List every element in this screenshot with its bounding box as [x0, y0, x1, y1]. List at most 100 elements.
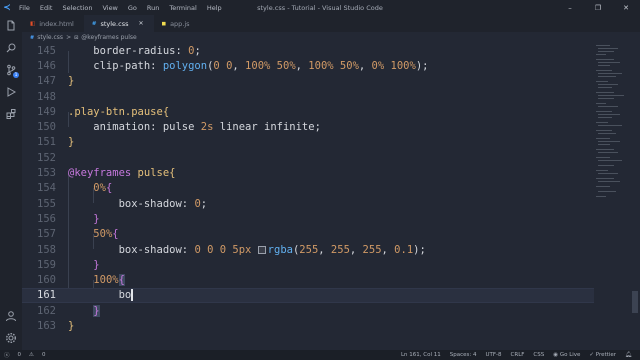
tab-app-js[interactable]: ◼ app.js [154, 15, 200, 32]
code-line: 147 } [22, 74, 594, 89]
line-number: 163 [37, 320, 56, 333]
close-tab-icon[interactable]: ✕ [138, 20, 143, 27]
tab-label: index.html [39, 19, 74, 28]
extensions-icon[interactable] [0, 103, 22, 125]
menu-go[interactable]: Go [123, 4, 142, 12]
code-text: } [93, 304, 100, 317]
code-text: box-shadow: 0; [68, 197, 208, 210]
warnings-icon[interactable]: ⚠ [29, 352, 34, 358]
code-text: border-radius: 0; [68, 44, 201, 57]
line-number: 147 [37, 75, 56, 88]
title-bar: ≺ File Edit Selection View Go Run Termin… [0, 0, 640, 15]
code-text: } [68, 136, 75, 149]
code-line: 159 } [22, 257, 594, 272]
line-number: 157 [37, 228, 56, 241]
line-number: 160 [37, 274, 56, 287]
breadcrumb-separator: > [66, 34, 72, 41]
prettier-status[interactable]: ✓ Prettier [589, 352, 616, 358]
menu-view[interactable]: View [97, 4, 122, 12]
menu-edit[interactable]: Edit [35, 4, 58, 12]
vertical-scrollbar[interactable] [630, 43, 640, 350]
files-icon[interactable] [0, 15, 22, 37]
menu-file[interactable]: File [14, 4, 35, 12]
code-text: 100%{ [93, 274, 125, 287]
source-control-icon[interactable]: 1 [0, 59, 22, 81]
minimize-button[interactable]: – [556, 0, 584, 15]
line-number: 153 [37, 167, 56, 180]
tab-label: app.js [170, 19, 190, 28]
search-icon[interactable] [0, 37, 22, 59]
close-button[interactable]: ✕ [612, 0, 640, 15]
code-line: 153 @keyframes pulse{ [22, 165, 594, 180]
code-text: @keyframes pulse{ [68, 167, 176, 180]
breadcrumb-file[interactable]: style.css [37, 34, 63, 41]
run-debug-icon[interactable] [0, 81, 22, 103]
menu-terminal[interactable]: Terminal [164, 4, 201, 12]
code-line: 150 animation: pulse 2s linear infinite; [22, 120, 594, 135]
account-icon[interactable] [0, 305, 22, 327]
code-line: 152 [22, 150, 594, 165]
errors-count[interactable]: 0 [18, 352, 22, 358]
warnings-count[interactable]: 0 [42, 352, 46, 358]
go-live-label: Go Live [559, 352, 581, 358]
menu-run[interactable]: Run [142, 4, 164, 12]
code-text: } [93, 258, 100, 271]
code-line: 162 } [22, 303, 594, 318]
line-number: 159 [37, 258, 56, 271]
restore-button[interactable]: ❐ [584, 0, 612, 15]
tab-label: style.css [100, 19, 129, 28]
notifications-bell-icon[interactable]: 🔔︎ [625, 352, 632, 358]
text-cursor [131, 289, 133, 302]
line-number: 162 [37, 304, 56, 317]
language-mode[interactable]: CSS [533, 352, 544, 358]
breadcrumb: # style.css > ⊡ @keyframes pulse [22, 32, 622, 43]
code-line: 146 clip-path: polygon(0 0, 100% 50%, 10… [22, 58, 594, 73]
current-code-line: 161 bo [22, 287, 594, 304]
tab-style-css[interactable]: # style.css ✕ [83, 15, 154, 32]
line-number: 155 [37, 197, 56, 210]
code-text: } [93, 212, 100, 225]
code-text: 50%{ [93, 228, 119, 241]
minimap[interactable] [594, 43, 628, 203]
code-line: 156 } [22, 211, 594, 226]
eol-setting[interactable]: CRLF [511, 352, 525, 358]
breadcrumb-symbol[interactable]: @keyframes pulse [81, 34, 136, 41]
indentation-setting[interactable]: Spaces: 4 [450, 352, 477, 358]
code-text: bo [68, 289, 133, 302]
line-number: 145 [37, 44, 56, 57]
menu-help[interactable]: Help [202, 4, 227, 12]
code-text: .play-btn.pause{ [68, 105, 170, 118]
line-number: 149 [37, 105, 56, 118]
scm-badge: 1 [13, 72, 19, 78]
settings-gear-icon[interactable] [0, 327, 22, 349]
code-line: 151 } [22, 135, 594, 150]
cursor-position[interactable]: Ln 161, Col 11 [401, 352, 441, 358]
menu-selection[interactable]: Selection [57, 4, 97, 12]
code-line: 145 border-radius: 0; [22, 43, 594, 58]
js-file-icon: ◼ [161, 20, 167, 27]
code-editor[interactable]: 145 border-radius: 0; 146 clip-path: pol… [22, 43, 594, 350]
code-line: 158 box-shadow: 0 0 0 5px rgba(255, 255,… [22, 242, 594, 257]
scrollbar-thumb[interactable] [632, 291, 638, 313]
code-text: animation: pulse 2s linear infinite; [68, 121, 321, 134]
errors-icon[interactable]: ⓧ [4, 351, 10, 359]
encoding-setting[interactable]: UTF-8 [485, 352, 501, 358]
line-number: 161 [37, 289, 56, 302]
editor-tabs: ◧ index.html # style.css ✕ ◼ app.js [22, 15, 640, 32]
code-text: box-shadow: 0 0 0 5px rgba(255, 255, 255… [68, 243, 426, 256]
line-number: 154 [37, 182, 56, 195]
go-live-button[interactable]: ◉ Go Live [553, 352, 580, 358]
css-file-icon: # [30, 34, 35, 41]
tab-index-html[interactable]: ◧ index.html [22, 15, 84, 32]
code-line: 148 [22, 89, 594, 104]
code-line: 149 .play-btn.pause{ [22, 104, 594, 119]
css-file-icon: # [91, 20, 97, 27]
color-swatch-icon[interactable] [257, 245, 266, 254]
line-number: 148 [37, 90, 56, 103]
line-number: 156 [37, 212, 56, 225]
line-number: 146 [37, 59, 56, 72]
code-text: } [68, 320, 75, 333]
html-file-icon: ◧ [30, 20, 36, 27]
code-line: 155 box-shadow: 0; [22, 196, 594, 211]
code-text: clip-path: polygon(0 0, 100% 50%, 100% 5… [68, 59, 429, 72]
